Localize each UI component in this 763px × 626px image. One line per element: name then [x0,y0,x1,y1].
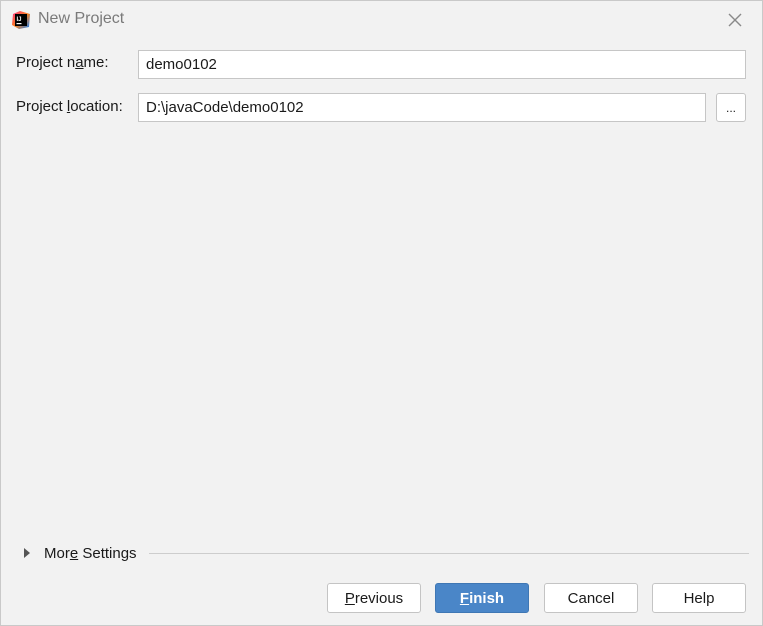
project-location-label: Project location: [16,98,123,115]
project-name-input[interactable] [138,50,746,79]
more-settings-label: More Settings [44,544,137,562]
title-bar[interactable]: IJ New Project [1,1,762,39]
more-settings-separator [149,553,749,554]
intellij-idea-icon: IJ [12,11,30,29]
previous-button-label: Previous [344,589,404,607]
previous-button[interactable]: Previous [327,583,421,613]
more-settings-toggle[interactable]: More Settings [21,542,137,564]
new-project-dialog: IJ New Project Project name: Project loc… [0,0,763,626]
project-name-label: Project name: [16,54,109,71]
project-location-input[interactable] [138,93,706,122]
cancel-button[interactable]: Cancel [544,583,638,613]
expand-triangle-icon [24,548,30,558]
finish-button[interactable]: Finish [435,583,529,613]
close-icon[interactable] [722,7,748,33]
window-title: New Project [38,10,125,27]
finish-button-label: Finish [459,589,505,607]
svg-text:IJ: IJ [17,17,22,23]
browse-location-button[interactable]: ... [716,93,746,122]
help-button[interactable]: Help [652,583,746,613]
